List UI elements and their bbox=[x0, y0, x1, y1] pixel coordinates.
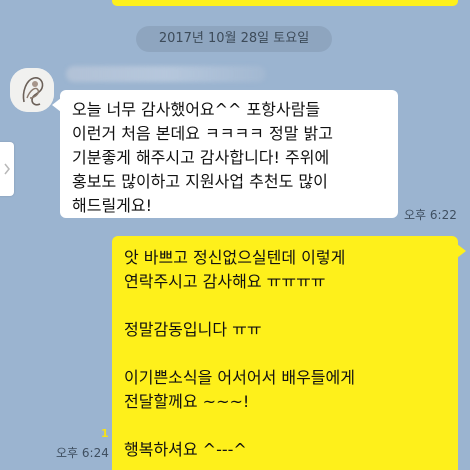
outgoing-message-bubble[interactable]: 앗 바쁘고 정신없으실텐데 이렇게 연락주시고 감사해요 ㅠㅠㅠㅠ 정말감동입니… bbox=[112, 236, 466, 470]
unread-count-badge: 1 bbox=[101, 427, 109, 440]
previous-message-bubble[interactable] bbox=[112, 0, 458, 6]
sender-name-blurred bbox=[66, 66, 266, 82]
incoming-message-bubble[interactable]: 오늘 너무 감사했어요^^ 포항사람들 이런거 처음 본데요 ㅋㅋㅋㅋ 정말 밝… bbox=[52, 90, 398, 218]
side-panel-handle[interactable] bbox=[0, 142, 14, 196]
chevron-right-icon bbox=[4, 163, 10, 175]
avatar[interactable] bbox=[10, 68, 54, 112]
profile-photo-icon bbox=[10, 68, 54, 112]
incoming-message-time: 오후 6:22 bbox=[404, 208, 457, 222]
outgoing-message-time: 오후 6:24 bbox=[56, 446, 109, 460]
date-divider: 2017년 10월 28일 토요일 bbox=[136, 26, 332, 52]
chat-room: 2017년 10월 28일 토요일 오늘 너무 감사했어요^^ 포항사람들 이런… bbox=[0, 0, 470, 470]
